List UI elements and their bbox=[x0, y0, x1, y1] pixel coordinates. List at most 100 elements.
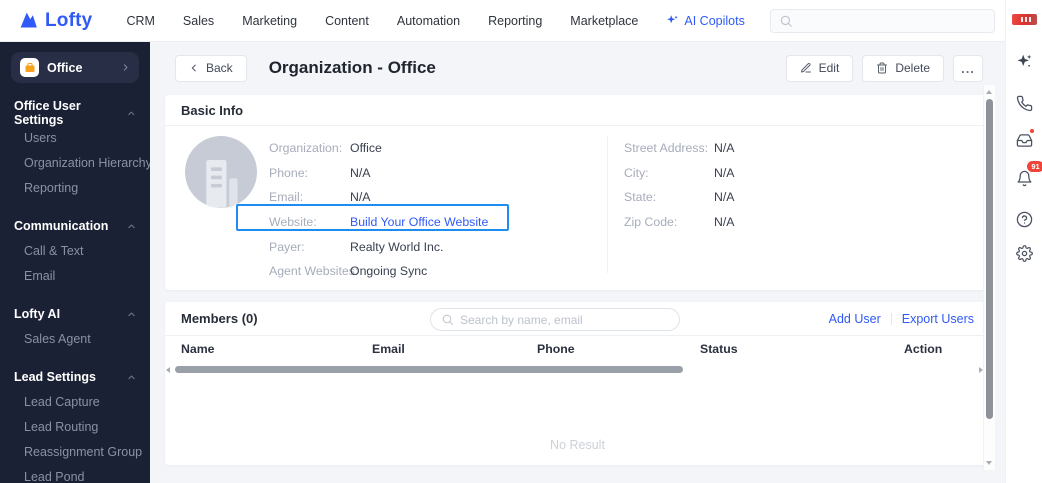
sidebar-item-reporting[interactable]: Reporting bbox=[14, 180, 136, 196]
chevron-up-icon bbox=[128, 111, 135, 115]
back-button-label: Back bbox=[206, 61, 233, 75]
link-divider bbox=[890, 312, 892, 325]
left-sidebar: Office Office User Settings Users Organi… bbox=[0, 42, 150, 483]
back-button[interactable]: Back bbox=[175, 54, 247, 82]
scroll-down-arrow[interactable] bbox=[986, 461, 992, 465]
horizontal-scrollbar-thumb[interactable] bbox=[175, 366, 683, 373]
members-search-input[interactable] bbox=[460, 312, 669, 327]
section-header-lead-settings[interactable]: Lead Settings bbox=[14, 369, 136, 385]
nav-sales[interactable]: Sales bbox=[169, 14, 228, 28]
members-search[interactable] bbox=[430, 308, 680, 331]
field-label: State: bbox=[624, 190, 657, 205]
horizontal-scrollbar bbox=[165, 363, 990, 378]
sidebar-item-reassignment-group[interactable]: Reassignment Group bbox=[14, 444, 142, 460]
build-website-link[interactable]: Build Your Office Website bbox=[350, 215, 488, 229]
field-value: N/A bbox=[714, 190, 735, 205]
field-value: N/A bbox=[714, 165, 735, 180]
nav-marketplace[interactable]: Marketplace bbox=[556, 14, 652, 28]
sidebar-item-organization-hierarchy[interactable]: Organization Hierarchy bbox=[14, 155, 150, 171]
section-header-lofty-ai[interactable]: Lofty AI bbox=[14, 306, 136, 322]
vertical-scrollbar-thumb[interactable] bbox=[986, 99, 993, 419]
field-city: City: N/A bbox=[624, 161, 735, 186]
page-title: Organization - Office bbox=[268, 58, 436, 77]
column-name: Name bbox=[181, 342, 215, 356]
more-actions-button[interactable]: ... bbox=[953, 54, 983, 82]
field-value: Ongoing Sync bbox=[350, 264, 428, 279]
section-communication: Communication Call & Text Email bbox=[14, 218, 136, 284]
nav-crm[interactable]: CRM bbox=[112, 14, 168, 28]
section-header-communication[interactable]: Communication bbox=[14, 218, 136, 234]
gear-icon[interactable] bbox=[1014, 243, 1034, 263]
column-divider bbox=[607, 136, 608, 273]
notification-count-badge: 91 bbox=[1027, 161, 1042, 172]
section-label: Lead Settings bbox=[14, 370, 96, 384]
sidebar-item-sales-agent[interactable]: Sales Agent bbox=[14, 331, 136, 347]
field-value: N/A bbox=[350, 165, 371, 180]
phone-icon[interactable] bbox=[1014, 93, 1034, 113]
search-icon bbox=[780, 15, 792, 27]
nav-ai-copilots[interactable]: AI Copilots bbox=[652, 14, 758, 28]
export-users-link[interactable]: Export Users bbox=[902, 312, 974, 326]
section-office-user-settings: Office User Settings Users Organization … bbox=[14, 99, 150, 196]
office-icon bbox=[20, 58, 39, 77]
sidebar-item-lead-routing[interactable]: Lead Routing bbox=[14, 419, 136, 435]
field-website: Website: Build Your Office Website bbox=[269, 210, 488, 235]
right-icon-rail: 91 bbox=[1005, 0, 1042, 483]
field-value: Realty World Inc. bbox=[350, 239, 444, 254]
pencil-icon bbox=[800, 62, 811, 73]
field-label: Street Address: bbox=[624, 141, 709, 156]
section-lofty-ai: Lofty AI Sales Agent bbox=[14, 306, 136, 347]
page-actions: Edit Delete ... bbox=[785, 54, 983, 82]
section-label: Lofty AI bbox=[14, 307, 61, 321]
members-title: Members (0) bbox=[181, 311, 258, 326]
members-actions: Add User Export Users bbox=[829, 312, 990, 326]
ai-sparkles-icon[interactable] bbox=[1014, 51, 1034, 71]
column-phone: Phone bbox=[537, 342, 575, 356]
field-value: N/A bbox=[714, 215, 735, 230]
brand-name: Lofty bbox=[45, 9, 93, 31]
field-label: Agent Websites: bbox=[269, 264, 359, 279]
nav-marketing[interactable]: Marketing bbox=[228, 14, 311, 28]
chevron-up-icon bbox=[128, 374, 135, 379]
nav-automation[interactable]: Automation bbox=[383, 14, 474, 28]
sidebar-menu: Office User Settings Users Organization … bbox=[0, 99, 150, 483]
global-search[interactable] bbox=[770, 9, 995, 33]
trash-icon bbox=[877, 62, 888, 74]
inbox-icon[interactable] bbox=[1014, 128, 1035, 150]
section-header-office-user-settings[interactable]: Office User Settings bbox=[14, 99, 136, 127]
office-switcher-button[interactable]: Office bbox=[11, 52, 139, 83]
lofty-logo[interactable]: Lofty bbox=[0, 10, 92, 32]
add-user-link[interactable]: Add User bbox=[829, 312, 881, 326]
scroll-left-arrow[interactable] bbox=[166, 367, 170, 373]
edit-button[interactable]: Edit bbox=[785, 54, 854, 82]
partner-brand-logo bbox=[1012, 14, 1037, 25]
sidebar-item-call-text[interactable]: Call & Text bbox=[14, 243, 136, 259]
field-organization: Organization: Office bbox=[269, 136, 488, 161]
basic-info-title: Basic Info bbox=[165, 95, 990, 126]
primary-nav: CRM Sales Marketing Content Automation R… bbox=[112, 14, 758, 28]
members-card: Members (0) Add User Export Users Name E… bbox=[165, 302, 990, 465]
help-icon[interactable] bbox=[1014, 209, 1034, 229]
field-label: Zip Code: bbox=[624, 215, 678, 230]
sidebar-item-lead-capture[interactable]: Lead Capture bbox=[14, 394, 136, 410]
field-street-address: Street Address: N/A bbox=[624, 136, 735, 161]
sidebar-item-email[interactable]: Email bbox=[14, 268, 136, 284]
section-label: Communication bbox=[14, 219, 109, 233]
global-search-input[interactable] bbox=[799, 14, 986, 28]
basic-info-card: Basic Info Organization: Office Phone: N… bbox=[165, 95, 990, 290]
sidebar-item-users[interactable]: Users bbox=[14, 130, 136, 146]
scroll-up-arrow[interactable] bbox=[986, 90, 992, 94]
inbox-unread-dot bbox=[1029, 128, 1035, 134]
nav-reporting[interactable]: Reporting bbox=[474, 14, 556, 28]
field-label: Organization: bbox=[269, 141, 343, 156]
bell-icon[interactable]: 91 bbox=[1014, 161, 1042, 188]
field-agent-websites: Agent Websites: Ongoing Sync bbox=[269, 259, 488, 284]
basic-info-right-column: Street Address: N/A City: N/A State: N/A… bbox=[624, 136, 735, 234]
chevron-up-icon bbox=[128, 223, 135, 228]
nav-content[interactable]: Content bbox=[311, 14, 383, 28]
field-label: Email: bbox=[269, 190, 304, 205]
field-state: State: N/A bbox=[624, 185, 735, 210]
field-phone: Phone: N/A bbox=[269, 161, 488, 186]
sidebar-item-lead-pond[interactable]: Lead Pond bbox=[14, 469, 136, 483]
delete-button[interactable]: Delete bbox=[862, 54, 944, 82]
